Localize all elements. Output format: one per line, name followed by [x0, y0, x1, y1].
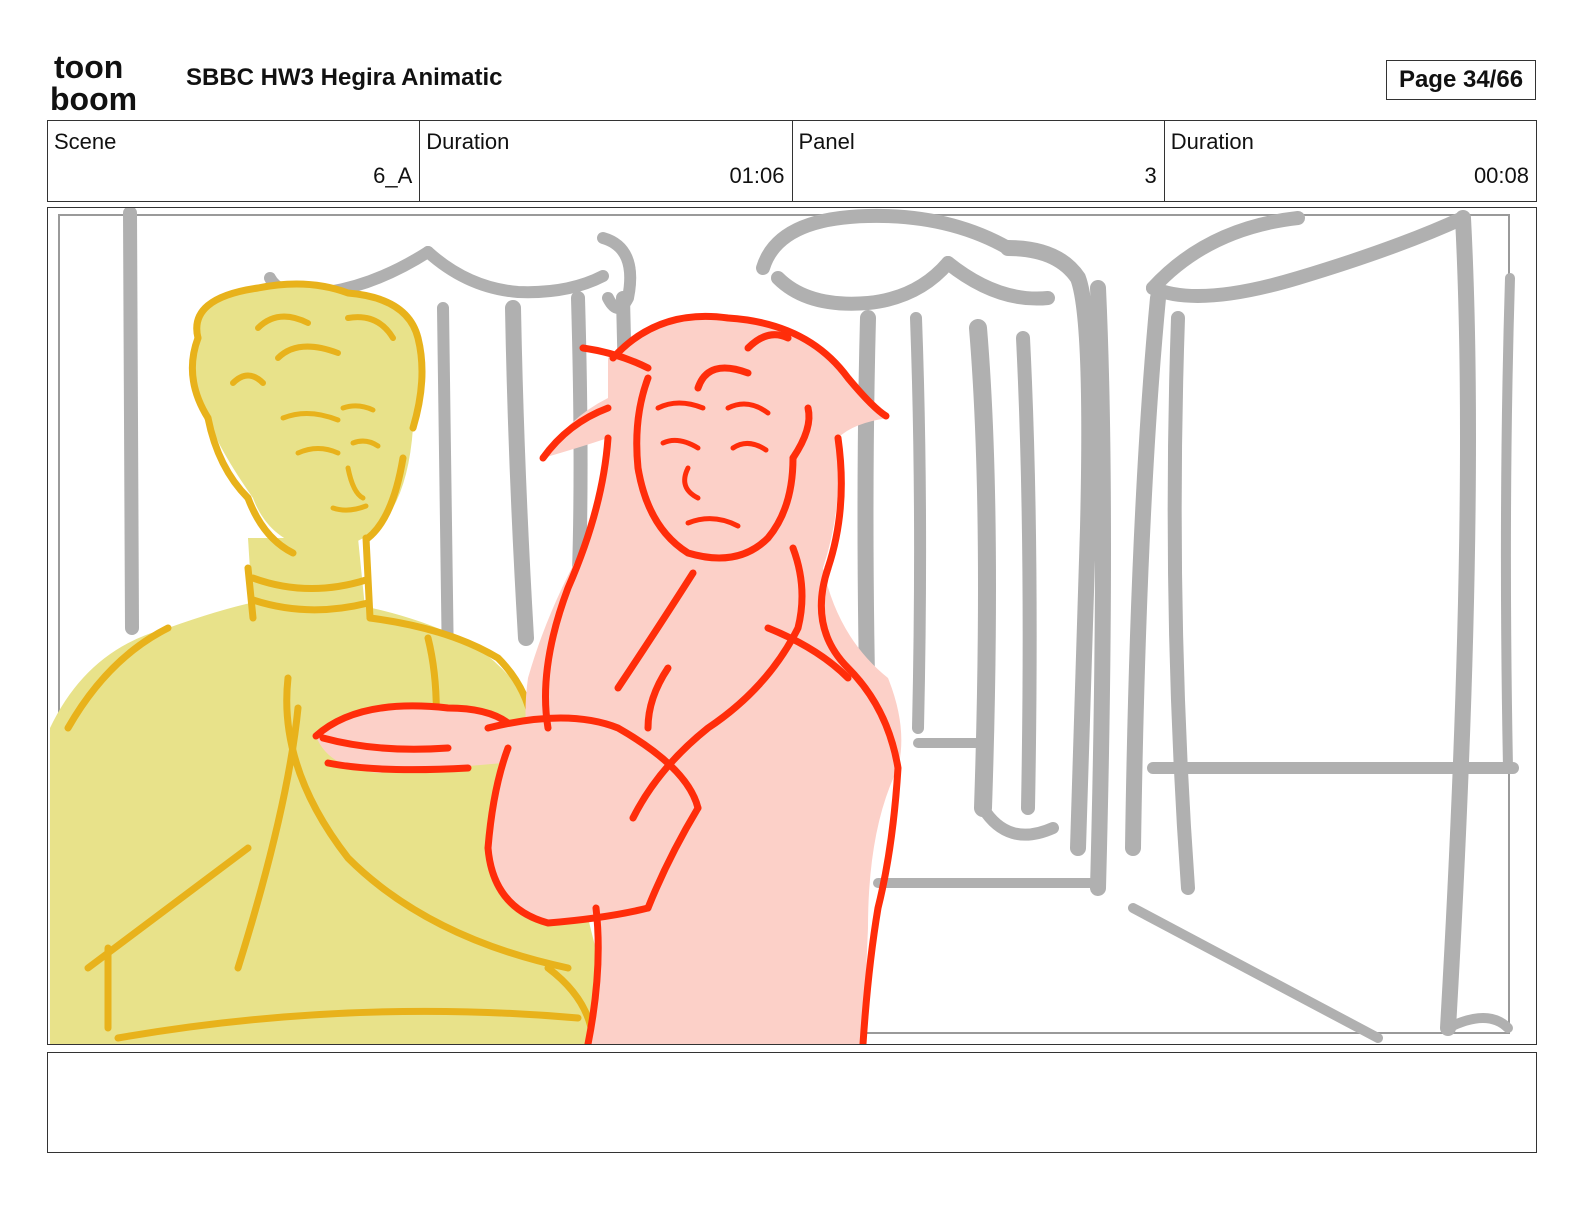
logo-text-top: toon: [54, 50, 123, 85]
panel-drawing: [50, 208, 1519, 1044]
scene-info-table: Scene 6_A Duration 01:06 Panel 3 Duratio…: [47, 120, 1537, 202]
panel-label: Panel: [798, 129, 855, 154]
panel-duration-value: 00:08: [1473, 163, 1529, 188]
logo-text-bottom: boom: [50, 81, 137, 114]
panel-cell: Panel 3: [793, 121, 1165, 201]
scene-duration-label: Duration: [426, 129, 510, 154]
page-indicator: Page 34/66: [1386, 60, 1536, 100]
panel-duration-cell: Duration 00:08: [1165, 121, 1536, 201]
storyboard-panel: [47, 207, 1537, 1045]
panel-notes: [47, 1052, 1537, 1153]
scene-cell: Scene 6_A: [48, 121, 421, 201]
scene-value: 6_A: [373, 163, 413, 188]
panel-value: 3: [1144, 163, 1157, 188]
toonboom-logo: toon boom: [50, 50, 137, 114]
scene-duration-cell: Duration 01:06: [420, 121, 793, 201]
scene-duration-value: 01:06: [729, 163, 785, 188]
panel-duration-label: Duration: [1170, 129, 1254, 154]
project-title: SBBC HW3 Hegira Animatic: [186, 64, 503, 91]
scene-label: Scene: [54, 129, 117, 154]
